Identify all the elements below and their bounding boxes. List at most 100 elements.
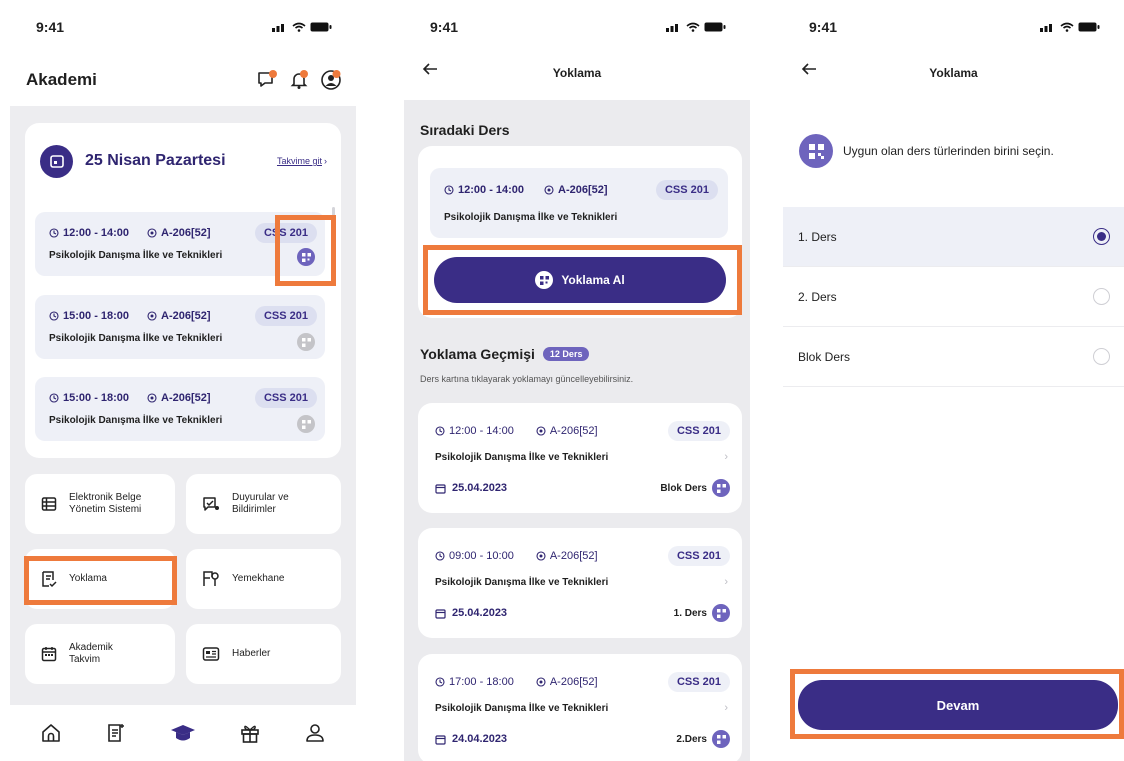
history-card[interactable]: 09:00 - 10:00 A-206[52] CSS 201 Psikoloj… <box>418 528 742 638</box>
graduation-cap-icon[interactable] <box>170 722 196 744</box>
lesson-name: Psikolojik Danışma İlke ve Teknikleri <box>435 577 609 588</box>
qr-code-icon <box>712 479 730 497</box>
qr-code-icon <box>297 333 315 351</box>
lesson-card[interactable]: 12:00 - 14:00 A-206[52] CSS 201 Psikoloj… <box>430 168 728 238</box>
history-heading: Yoklama Geçmişi 12 Ders <box>420 346 590 362</box>
option-ders-1[interactable]: 1. Ders <box>783 207 1124 267</box>
tile-announcements[interactable]: Duyurular ve Bildirimler <box>186 474 341 534</box>
qr-code-icon <box>712 604 730 622</box>
go-to-calendar-link[interactable]: Takvime git › <box>277 156 327 166</box>
wifi-icon <box>686 22 700 32</box>
tile-academic-calendar[interactable]: Akademik Takvim <box>25 624 175 684</box>
option-label: 1. Ders <box>798 229 837 244</box>
wifi-icon <box>292 22 306 32</box>
header: 9:41 Yoklama <box>404 0 750 100</box>
continue-button[interactable]: Devam <box>798 680 1118 730</box>
lesson-date: 24.04.2023 <box>452 733 508 745</box>
system-icons <box>666 22 726 32</box>
page-title: Yoklama <box>929 66 978 80</box>
clock-icon <box>435 426 445 436</box>
radio-unselected[interactable] <box>1093 348 1110 365</box>
system-icons <box>1040 22 1100 32</box>
lesson-room: A-206[52] <box>161 310 211 322</box>
lesson-date: 25.04.2023 <box>452 482 508 494</box>
location-icon <box>536 426 546 436</box>
radio-selected[interactable] <box>1093 228 1110 245</box>
continue-label: Devam <box>936 697 980 713</box>
news-icon <box>202 647 220 661</box>
course-code-badge: CSS 201 <box>254 223 317 243</box>
status-bar: 9:41 <box>783 0 1124 54</box>
clock-icon <box>49 311 59 321</box>
location-icon <box>544 185 554 195</box>
scrollbar[interactable] <box>332 207 335 267</box>
clock-icon <box>435 551 445 561</box>
course-code-badge: CSS 201 <box>667 672 730 692</box>
chevron-right-icon: › <box>724 451 728 463</box>
option-ders-2[interactable]: 2. Ders <box>783 267 1124 327</box>
lesson-time: 15:00 - 18:00 <box>63 392 130 404</box>
lesson-card[interactable]: 12:00 - 14:00 A-206[52] CSS 201 Psikoloj… <box>35 212 325 276</box>
gift-icon[interactable] <box>239 722 261 744</box>
history-card[interactable]: 12:00 - 14:00 A-206[52] CSS 201 Psikoloj… <box>418 403 742 513</box>
page-title: Yoklama <box>552 66 602 80</box>
course-code-badge: CSS 201 <box>254 388 317 408</box>
wifi-icon <box>1060 22 1074 32</box>
tile-label: Akademik Takvim <box>69 642 113 665</box>
take-attendance-button[interactable]: Yoklama Al <box>434 257 726 303</box>
announcement-icon <box>203 497 219 511</box>
calendar-icon <box>41 647 57 662</box>
lesson-room: A-206[52] <box>549 550 598 562</box>
battery-icon <box>310 22 332 32</box>
calendar-icon <box>40 144 73 178</box>
tile-attendance[interactable]: Yoklama <box>25 549 175 609</box>
option-blok-ders[interactable]: Blok Ders <box>783 327 1124 387</box>
signal-icon <box>1040 24 1052 32</box>
clock-icon <box>444 185 454 195</box>
chevron-right-icon: › <box>724 702 728 714</box>
lesson-card[interactable]: 15:00 - 18:00 A-206[52] CSS 201 Psikoloj… <box>35 377 325 441</box>
tile-label: Elektronik Belge Yönetim Sistemi <box>69 492 142 515</box>
avatar[interactable] <box>320 69 342 91</box>
lesson-name: Psikolojik Danışma İlke ve Teknikleri <box>435 703 609 714</box>
tile-cafeteria[interactable]: Yemekhane <box>186 549 341 609</box>
lesson-time: 12:00 - 14:00 <box>63 227 130 239</box>
lesson-type-screen: 9:41 Yoklama Uygun olan ders türlerinden… <box>783 0 1124 761</box>
lesson-time: 12:00 - 14:00 <box>449 425 514 437</box>
status-time: 9:41 <box>36 19 65 35</box>
calendar-icon <box>435 734 446 745</box>
status-bar: 9:41 <box>10 0 356 54</box>
chevron-right-icon: › <box>324 156 327 166</box>
qr-code-icon[interactable] <box>297 248 315 266</box>
tile-label: Yoklama <box>69 573 107 584</box>
lesson-card[interactable]: 15:00 - 18:00 A-206[52] CSS 201 Psikoloj… <box>35 295 325 359</box>
instruction: Uygun olan ders türlerinden birini seçin… <box>799 134 1114 168</box>
app-bar: Akademi <box>10 54 356 106</box>
notes-icon[interactable] <box>105 722 127 744</box>
clock-icon <box>49 393 59 403</box>
profile-icon[interactable] <box>304 722 326 744</box>
back-arrow-icon[interactable] <box>801 62 817 76</box>
next-lesson-card: 12:00 - 14:00 A-206[52] CSS 201 Psikoloj… <box>418 146 742 318</box>
qr-code-icon <box>297 415 315 433</box>
attendance-icon <box>42 571 57 588</box>
home-icon[interactable] <box>40 722 62 744</box>
chat-icon[interactable] <box>256 69 278 91</box>
take-attendance-label: Yoklama Al <box>561 273 625 287</box>
tile-news[interactable]: Haberler <box>186 624 341 684</box>
lesson-time: 09:00 - 10:00 <box>449 550 514 562</box>
next-lesson-heading: Sıradaki Ders <box>420 122 510 138</box>
status-bar: 9:41 <box>404 0 750 54</box>
go-to-calendar-label: Takvime git <box>276 156 322 166</box>
location-icon <box>147 228 157 238</box>
location-icon <box>536 677 546 687</box>
back-arrow-icon[interactable] <box>422 62 438 76</box>
history-card[interactable]: 17:00 - 18:00 A-206[52] CSS 201 Psikoloj… <box>418 654 742 761</box>
history-title: Yoklama Geçmişi <box>420 346 535 362</box>
page-title: Akademi <box>26 70 97 89</box>
radio-unselected[interactable] <box>1093 288 1110 305</box>
history-hint: Ders kartına tıklayarak yoklamayı güncel… <box>420 374 634 384</box>
tile-document-management[interactable]: Elektronik Belge Yönetim Sistemi <box>25 474 175 534</box>
lesson-type: 2.Ders <box>676 733 707 745</box>
bell-icon[interactable] <box>288 69 310 91</box>
